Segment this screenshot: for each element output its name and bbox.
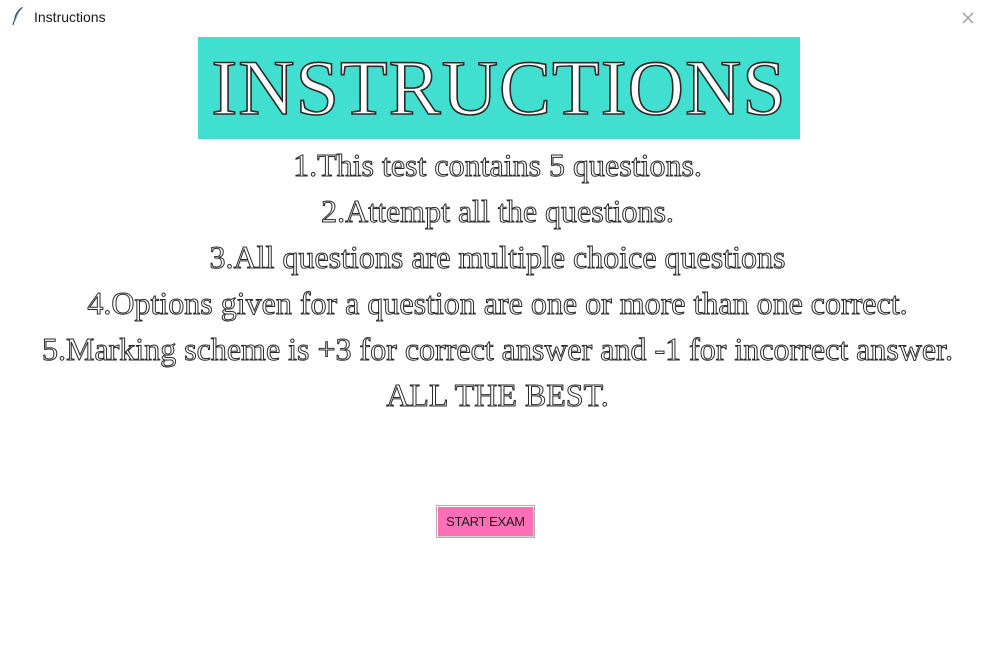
instruction-line: 4.Options given for a question are one o… xyxy=(87,285,908,322)
instructions-heading-box: INSTRUCTIONS xyxy=(198,37,800,139)
close-icon xyxy=(958,8,978,28)
instruction-line: 1.This test contains 5 questions. xyxy=(293,147,703,184)
closing-message: ALL THE BEST. xyxy=(386,377,610,414)
instructions-heading: INSTRUCTIONS xyxy=(211,44,787,131)
instruction-line: 2.Attempt all the questions. xyxy=(321,193,675,230)
title-bar: Instructions xyxy=(0,0,995,34)
start-exam-button[interactable]: START EXAM xyxy=(436,505,535,538)
window-title: Instructions xyxy=(34,9,106,25)
close-button[interactable] xyxy=(958,8,978,28)
instruction-line: 5.Marking scheme is +3 for correct answe… xyxy=(41,331,954,368)
feather-icon xyxy=(12,6,24,26)
instruction-line: 3.All questions are multiple choice ques… xyxy=(209,239,786,276)
instructions-list: 1.This test contains 5 questions. 2.Atte… xyxy=(0,142,995,418)
